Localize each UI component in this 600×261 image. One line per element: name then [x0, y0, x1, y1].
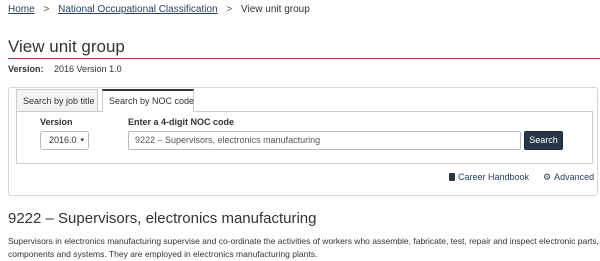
breadcrumb-noc[interactable]: National Occupational Classification — [58, 4, 218, 15]
gear-icon: ⚙ — [543, 172, 552, 182]
version-field-label: Version — [40, 117, 73, 127]
version-value: 2016 Version 1.0 — [54, 64, 122, 74]
breadcrumb-current: View unit group — [241, 4, 310, 15]
result-description: Supervisors in electronics manufacturing… — [8, 236, 600, 259]
career-handbook-link[interactable]: Career Handbook — [449, 172, 529, 182]
book-icon — [449, 173, 455, 181]
caret-down-icon: ▾ — [80, 137, 84, 144]
page-title: View unit group — [8, 37, 125, 56]
version-select[interactable]: 2016.0 ▾ — [40, 131, 89, 150]
tab-search-by-noc-code[interactable]: Search by NOC code — [102, 89, 194, 112]
breadcrumb-separator: > — [43, 4, 50, 15]
breadcrumb: Home > National Occupational Classificat… — [8, 4, 310, 15]
result-heading: 9222 – Supervisors, electronics manufact… — [8, 210, 317, 227]
career-handbook-label: Career Handbook — [458, 172, 530, 182]
tab-search-by-job-title[interactable]: Search by job title — [16, 89, 98, 111]
version-label: Version: — [8, 64, 44, 74]
title-divider — [8, 58, 600, 59]
advanced-label: Advanced — [554, 172, 595, 182]
advanced-link[interactable]: ⚙ Advanced — [543, 172, 594, 183]
breadcrumb-separator: > — [226, 4, 233, 15]
noc-code-field-label: Enter a 4-digit NOC code — [128, 117, 235, 127]
version-line: Version: 2016 Version 1.0 — [8, 64, 122, 74]
breadcrumb-home[interactable]: Home — [8, 4, 35, 15]
search-button[interactable]: Search — [524, 131, 563, 150]
version-select-value: 2016.0 — [49, 135, 77, 145]
noc-code-input[interactable]: 9222 – Supervisors, electronics manufact… — [128, 131, 521, 150]
